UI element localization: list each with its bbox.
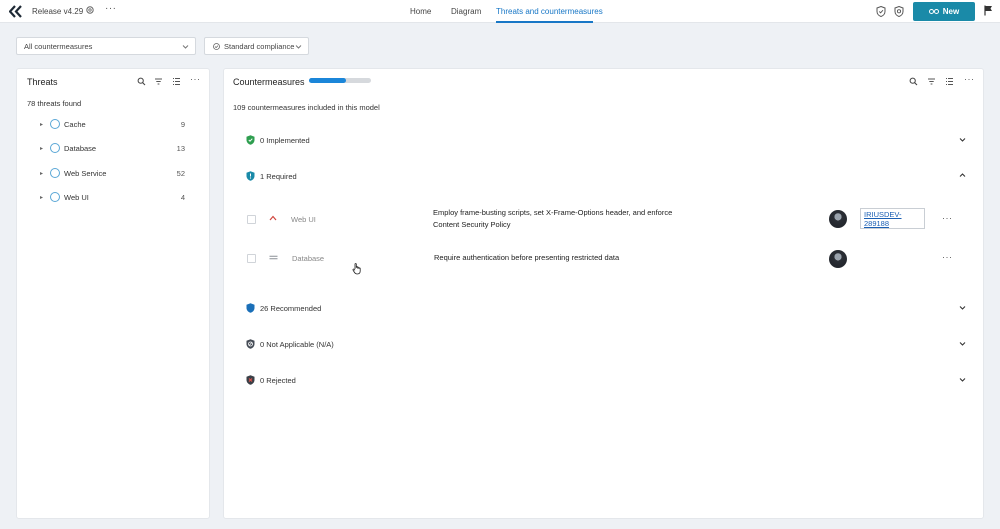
countermeasure-text-line: Employ frame-busting scripts, set X-Fram… (433, 208, 673, 217)
avatar[interactable] (829, 250, 847, 268)
shield-icon[interactable] (894, 6, 904, 17)
shield-icon (246, 303, 255, 313)
search-icon[interactable] (137, 77, 146, 86)
group-label: 26 Recommended (260, 304, 322, 313)
row-checkbox[interactable] (247, 215, 256, 224)
threats-panel: Threats ··· 78 threats found (16, 68, 210, 519)
caret-right-icon[interactable]: ▸ (40, 170, 43, 177)
flag-icon[interactable] (984, 5, 993, 16)
chevron-down-icon[interactable] (959, 304, 966, 311)
status-circle-icon (50, 168, 60, 178)
status-circle-icon (50, 143, 60, 153)
tree-item-count: 13 (176, 144, 185, 153)
more-icon[interactable]: ··· (105, 3, 117, 14)
shield-exclamation-icon (246, 171, 255, 181)
progress-bar (309, 78, 371, 83)
issue-link-line: IRIUSDEV- (864, 210, 902, 219)
countermeasure-text: Employ frame-busting scripts, set X-Fram… (433, 207, 672, 231)
shield-x-icon (246, 375, 255, 385)
group-not-applicable[interactable]: 0 Not Applicable (N/A) (236, 337, 971, 351)
priority-medium-icon (269, 255, 278, 260)
top-bar: Release v4.29 ··· Home Diagram Threats a… (0, 0, 1000, 23)
shield-icon[interactable] (876, 6, 886, 17)
group-label: 0 Not Applicable (N/A) (260, 340, 334, 349)
countermeasures-filter[interactable]: All countermeasures (16, 37, 196, 55)
group-label: 1 Required (260, 172, 297, 181)
nav-home[interactable]: Home (410, 7, 431, 16)
chevron-down-icon (295, 45, 302, 49)
countermeasure-row[interactable]: Database Require authentication before p… (236, 248, 971, 270)
countermeasure-text-line: Require authentication before presenting… (434, 253, 620, 262)
gear-icon[interactable] (85, 5, 95, 15)
list-icon[interactable] (172, 77, 181, 86)
filter-icon[interactable] (927, 77, 936, 86)
shield-check-icon (246, 135, 255, 145)
caret-right-icon[interactable]: ▸ (40, 194, 43, 201)
chevron-down-icon[interactable] (959, 376, 966, 383)
threats-panel-title: Threats (27, 77, 58, 87)
caret-right-icon[interactable]: ▸ (40, 145, 43, 152)
new-button-label: New (942, 7, 960, 16)
group-required[interactable]: 1 Required (236, 169, 971, 183)
chevron-down-icon[interactable] (959, 136, 966, 143)
countermeasure-row[interactable]: Web UI Employ frame-busting scripts, set… (236, 204, 971, 234)
release-label[interactable]: Release v4.29 (32, 7, 83, 16)
chevron-down-icon[interactable] (959, 340, 966, 347)
tree-item-cache[interactable]: ▸ Cache 9 (40, 119, 185, 131)
component-label: Web UI (291, 215, 316, 224)
countermeasure-text: Require authentication before presenting… (434, 252, 619, 264)
new-button[interactable]: New (913, 2, 975, 21)
tree-item-label: Cache (64, 120, 86, 129)
tree-item-count: 4 (180, 193, 185, 202)
progress-fill (309, 78, 347, 83)
status-circle-icon (50, 119, 60, 129)
compliance-filter-value: Standard compliance (224, 41, 295, 51)
row-more-icon[interactable]: ··· (942, 213, 953, 223)
link-icon (928, 9, 939, 14)
tree-item-count: 9 (180, 120, 185, 129)
issue-link[interactable]: IRIUSDEV- 289188 (864, 210, 902, 228)
list-icon[interactable] (945, 77, 954, 86)
caret-right-icon[interactable]: ▸ (40, 121, 43, 128)
row-more-icon[interactable]: ··· (942, 252, 953, 262)
nav-diagram[interactable]: Diagram (451, 7, 481, 16)
countermeasures-filter-value: All countermeasures (24, 41, 93, 51)
hand-cursor-icon (352, 263, 361, 275)
logo-icon[interactable] (9, 5, 22, 18)
tree-item-database[interactable]: ▸ Database 13 (40, 143, 185, 155)
row-checkbox[interactable] (247, 254, 256, 263)
countermeasures-panel-title: Countermeasures (233, 77, 305, 87)
chevron-down-icon (182, 45, 189, 49)
group-label: 0 Rejected (260, 376, 296, 385)
priority-high-icon (269, 215, 277, 221)
countermeasure-text-line: Content Security Policy (433, 220, 511, 229)
component-label: Database (292, 254, 325, 263)
tree-item-web-service[interactable]: ▸ Web Service 52 (40, 168, 185, 180)
shield-na-icon (246, 339, 255, 349)
countermeasures-summary: 109 countermeasures included in this mod… (233, 103, 380, 112)
group-implemented[interactable]: 0 Implemented (236, 133, 971, 147)
status-circle-icon (50, 192, 60, 202)
tree-item-label: Web Service (64, 169, 107, 178)
filter-icon[interactable] (154, 77, 163, 86)
group-recommended[interactable]: 26 Recommended (236, 301, 971, 315)
tree-item-count: 52 (176, 169, 185, 178)
group-rejected[interactable]: 0 Rejected (236, 373, 971, 387)
search-icon[interactable] (909, 77, 918, 86)
more-icon[interactable]: ··· (190, 74, 201, 84)
issue-link-box[interactable]: IRIUSDEV- 289188 (860, 208, 925, 229)
check-circle-icon (213, 42, 220, 50)
active-tab-indicator (496, 21, 593, 23)
issue-link-line: 289188 (864, 219, 890, 228)
group-label: 0 Implemented (260, 136, 310, 145)
avatar[interactable] (829, 210, 847, 228)
tree-item-label: Database (64, 144, 97, 153)
more-icon[interactable]: ··· (964, 74, 975, 84)
nav-threats-countermeasures[interactable]: Threats and countermeasures (496, 7, 603, 16)
tree-item-label: Web UI (64, 193, 89, 202)
threats-count: 78 threats found (27, 99, 82, 108)
compliance-filter[interactable]: Standard compliance (204, 37, 309, 55)
tree-item-web-ui[interactable]: ▸ Web UI 4 (40, 192, 185, 204)
chevron-up-icon[interactable] (959, 172, 966, 179)
